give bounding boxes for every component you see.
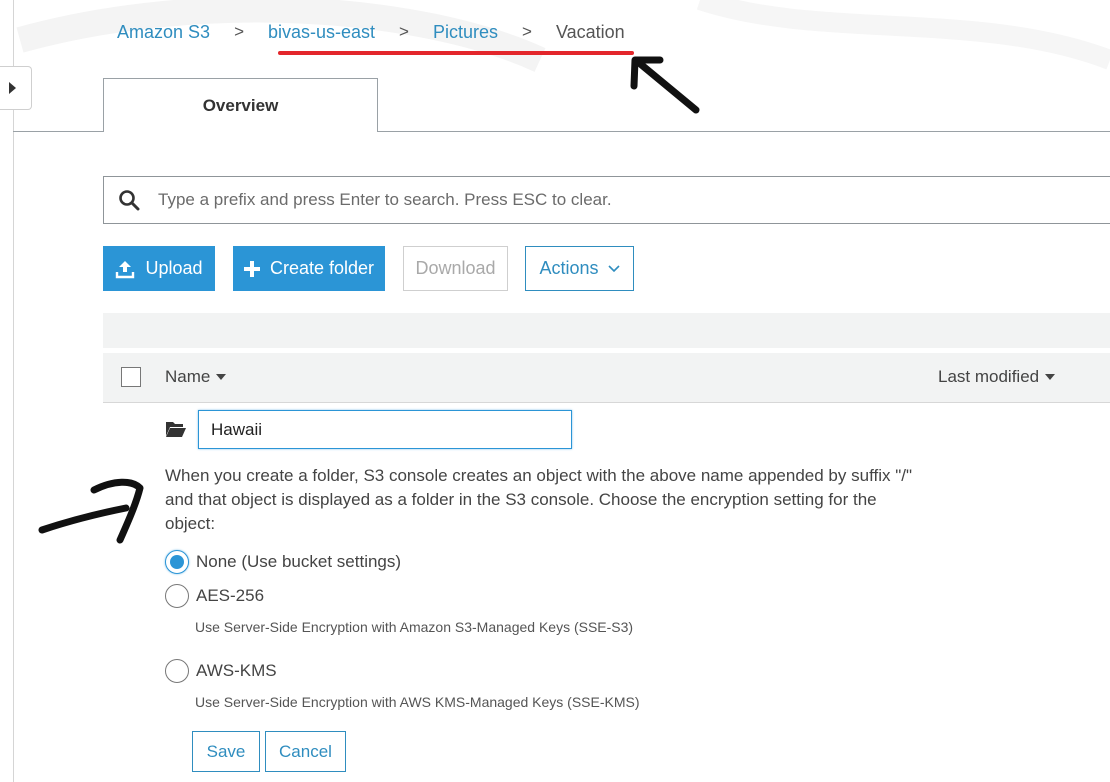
breadcrumb-current: Vacation [555,21,625,42]
breadcrumb-separator: > [234,22,244,41]
annotation-red-underline [278,51,634,55]
actions-label: Actions [539,258,599,278]
tab-overview[interactable]: Overview [103,78,378,132]
breadcrumb-separator: > [399,22,409,41]
search-input[interactable] [158,186,1058,214]
encryption-label-aws-kms: AWS-KMS [196,661,277,680]
encryption-radio-aws-kms[interactable] [165,659,189,683]
encryption-label-none: None (Use bucket settings) [196,552,402,571]
sidebar-toggle-button[interactable] [0,66,32,110]
breadcrumb-separator: > [522,22,532,41]
encryption-radio-none[interactable] [165,550,189,574]
upload-button[interactable]: Upload [103,246,215,291]
search-icon [119,190,140,211]
chevron-down-icon [607,264,620,273]
column-header-name[interactable]: Name [165,367,227,387]
sort-caret-icon [1045,374,1056,380]
encryption-desc-aws-kms: Use Server-Side Encryption with AWS KMS-… [195,694,640,710]
breadcrumb: Amazon S3 > bivas-us-east > Pictures > V… [117,20,625,44]
table-toolbar-band [103,313,1110,348]
create-folder-button[interactable]: Create folder [233,246,385,291]
encryption-radio-aes256[interactable] [165,584,189,608]
annotation-arrow-icon [630,56,700,114]
plus-icon [243,260,260,277]
folder-help-text: When you create a folder, S3 console cre… [165,466,912,533]
caret-right-icon [9,82,16,94]
actions-dropdown-button[interactable]: Actions [525,246,634,291]
breadcrumb-pictures[interactable]: Pictures [433,22,498,43]
cancel-button[interactable]: Cancel [265,731,346,772]
left-rail [0,0,14,782]
folder-name-input[interactable] [198,410,572,449]
save-button[interactable]: Save [192,731,260,772]
encryption-label-aes256: AES-256 [196,586,265,605]
select-all-checkbox[interactable] [121,367,141,387]
sort-caret-icon [216,374,227,380]
column-header-last-modified[interactable]: Last modified [938,367,1056,387]
annotation-arrow-icon [38,478,144,544]
upload-label: Upload [145,258,203,278]
column-name-label: Name [165,367,211,386]
encryption-desc-aes256: Use Server-Side Encryption with Amazon S… [195,619,634,635]
column-last-modified-label: Last modified [938,367,1040,386]
download-button[interactable]: Download [403,246,508,291]
breadcrumb-amazon-s3[interactable]: Amazon S3 [117,22,210,43]
breadcrumb-bucket[interactable]: bivas-us-east [268,22,375,43]
upload-icon [115,259,135,279]
create-folder-label: Create folder [269,258,375,278]
folder-open-icon [166,422,186,437]
